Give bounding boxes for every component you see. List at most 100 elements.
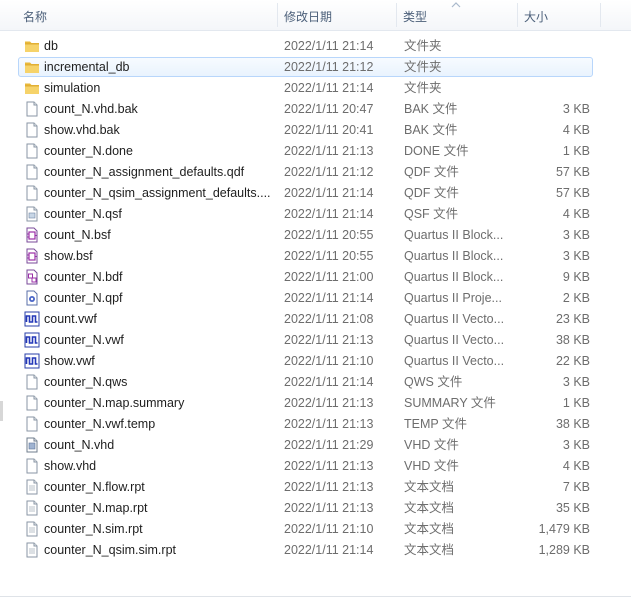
file-size: 4 KB: [562, 123, 590, 137]
file-size: 2 KB: [562, 291, 590, 305]
file-size: 23 KB: [555, 312, 590, 326]
file-row[interactable]: counter_N.flow.rpt 2022/1/11 21:13 文本文档 7 K…: [0, 477, 631, 498]
file-date: 2022/1/11 21:29: [284, 438, 374, 452]
file-name: counter_N.flow.rpt: [44, 480, 145, 494]
file-row[interactable]: counter_N.qws 2022/1/11 21:14 QWS 文件 3 KB: [0, 372, 631, 393]
column-header-date[interactable]: 修改日期: [278, 0, 396, 30]
file-row[interactable]: counter_N.qsf 2022/1/11 21:14 QSF 文件 4 KB: [0, 204, 631, 225]
file-date: 2022/1/11 21:14: [284, 186, 374, 200]
column-header-size[interactable]: 大小: [518, 0, 600, 30]
file-date: 2022/1/11 21:14: [284, 291, 374, 305]
file-size: 4 KB: [562, 459, 590, 473]
file-icon: [24, 122, 40, 138]
file-row[interactable]: simulation 2022/1/11 21:14 文件夹: [0, 78, 631, 99]
file-size: 3 KB: [562, 438, 590, 452]
file-size: 7 KB: [562, 480, 590, 494]
file-row[interactable]: show.vhd.bak 2022/1/11 20:41 BAK 文件 4 KB: [0, 120, 631, 141]
file-name: show.vhd: [44, 459, 97, 473]
file-row[interactable]: incremental_db 2022/1/11 21:12 文件夹: [0, 57, 631, 78]
file-date: 2022/1/11 21:13: [284, 480, 374, 494]
file-date: 2022/1/11 21:12: [284, 165, 374, 179]
file-icon: [24, 143, 40, 159]
file-type: QDF 文件: [404, 165, 459, 179]
file-row[interactable]: counter_N.vwf 2022/1/11 21:13 Quartus II V…: [0, 330, 631, 351]
file-size: 4 KB: [562, 207, 590, 221]
file-type: TEMP 文件: [404, 417, 467, 431]
file-name: counter_N.done: [44, 144, 133, 158]
file-type: Quartus II Vecto...: [404, 354, 505, 368]
file-row[interactable]: counter_N.vwf.temp 2022/1/11 21:13 TEMP 文件…: [0, 414, 631, 435]
file-row[interactable]: counter_N_qsim.sim.rpt 2022/1/11 21:14 文本文…: [0, 540, 631, 561]
file-row[interactable]: show.bsf 2022/1/11 20:55 Quartus II Block.…: [0, 246, 631, 267]
file-row[interactable]: count_N.vhd.bak 2022/1/11 20:47 BAK 文件 3 KB: [0, 99, 631, 120]
file-size: 57 KB: [555, 186, 590, 200]
file-type: QWS 文件: [404, 375, 463, 389]
bottom-border: [0, 596, 631, 597]
file-name: count.vwf: [44, 312, 97, 326]
file-type: 文本文档: [404, 543, 455, 557]
file-name: counter_N.qsf: [44, 207, 122, 221]
file-date: 2022/1/11 21:08: [284, 312, 374, 326]
file-type: QDF 文件: [404, 186, 459, 200]
file-name: count_N.bsf: [44, 228, 111, 242]
file-type: 文本文档: [404, 522, 455, 536]
vhdl-file-icon: [24, 437, 40, 453]
file-size: 1,289 KB: [538, 543, 590, 557]
file-name: counter_N_assignment_defaults.qdf: [44, 165, 245, 179]
file-row[interactable]: show.vwf 2022/1/11 21:10 Quartus II Vecto.…: [0, 351, 631, 372]
file-type: Quartus II Vecto...: [404, 312, 505, 326]
file-size: 1,479 KB: [538, 522, 590, 536]
file-row[interactable]: db 2022/1/11 21:14 文件夹: [0, 36, 631, 57]
file-name: counter_N.qws: [44, 375, 128, 389]
file-name: show.bsf: [44, 249, 93, 263]
waveform-icon: [24, 353, 40, 369]
file-row[interactable]: counter_N.qpf 2022/1/11 21:14 Quartus II P…: [0, 288, 631, 309]
file-row[interactable]: count_N.bsf 2022/1/11 20:55 Quartus II Blo…: [0, 225, 631, 246]
file-name: counter_N.sim.rpt: [44, 522, 143, 536]
file-row[interactable]: counter_N.done 2022/1/11 21:13 DONE 文件 1 KB: [0, 141, 631, 162]
column-divider[interactable]: [600, 3, 601, 27]
file-row[interactable]: counter_N_assignment_defaults.qdf 2022/1/…: [0, 162, 631, 183]
file-icon: [24, 395, 40, 411]
folder-icon: [24, 38, 40, 54]
file-icon: [24, 374, 40, 390]
file-name: counter_N_qsim.sim.rpt: [44, 543, 176, 557]
file-size: 3 KB: [562, 228, 590, 242]
file-type: BAK 文件: [404, 102, 458, 116]
project-file-icon: [24, 290, 40, 306]
file-row[interactable]: count_N.vhd 2022/1/11 21:29 VHD 文件 3 KB: [0, 435, 631, 456]
file-date: 2022/1/11 21:14: [284, 543, 374, 557]
file-date: 2022/1/11 20:41: [284, 123, 374, 137]
file-name: show.vhd.bak: [44, 123, 120, 137]
file-icon: [24, 416, 40, 432]
file-row[interactable]: counter_N.sim.rpt 2022/1/11 21:10 文本文档 1,47…: [0, 519, 631, 540]
file-row[interactable]: count.vwf 2022/1/11 21:08 Quartus II Vecto…: [0, 309, 631, 330]
file-type: VHD 文件: [404, 459, 459, 473]
file-date: 2022/1/11 20:47: [284, 102, 374, 116]
file-row[interactable]: counter_N.map.rpt 2022/1/11 21:13 文本文档 35 K…: [0, 498, 631, 519]
file-date: 2022/1/11 21:13: [284, 333, 374, 347]
file-date: 2022/1/11 21:10: [284, 354, 374, 368]
file-date: 2022/1/11 21:10: [284, 522, 374, 536]
column-header-name[interactable]: 名称: [17, 0, 277, 30]
file-type: Quartus II Proje...: [404, 291, 502, 305]
file-icon: [24, 101, 40, 117]
horizontal-scroll-edge[interactable]: [0, 401, 3, 421]
file-row[interactable]: counter_N.map.summary 2022/1/11 21:13 SUMM…: [0, 393, 631, 414]
file-size: 3 KB: [562, 375, 590, 389]
file-row[interactable]: counter_N_qsim_assignment_defaults.... 20…: [0, 183, 631, 204]
folder-icon: [24, 59, 40, 75]
block-diagram-icon: [24, 269, 40, 285]
text-file-icon: [24, 479, 40, 495]
file-size: 1 KB: [562, 396, 590, 410]
file-date: 2022/1/11 21:13: [284, 459, 374, 473]
file-icon: [24, 164, 40, 180]
file-date: 2022/1/11 21:14: [284, 39, 374, 53]
file-row[interactable]: show.vhd 2022/1/11 21:13 VHD 文件 4 KB: [0, 456, 631, 477]
block-symbol-icon: [24, 248, 40, 264]
file-type: DONE 文件: [404, 144, 469, 158]
file-name: incremental_db: [44, 60, 130, 74]
file-row[interactable]: counter_N.bdf 2022/1/11 21:00 Quartus II B…: [0, 267, 631, 288]
file-type: Quartus II Block...: [404, 228, 504, 242]
file-type: 文本文档: [404, 501, 455, 515]
